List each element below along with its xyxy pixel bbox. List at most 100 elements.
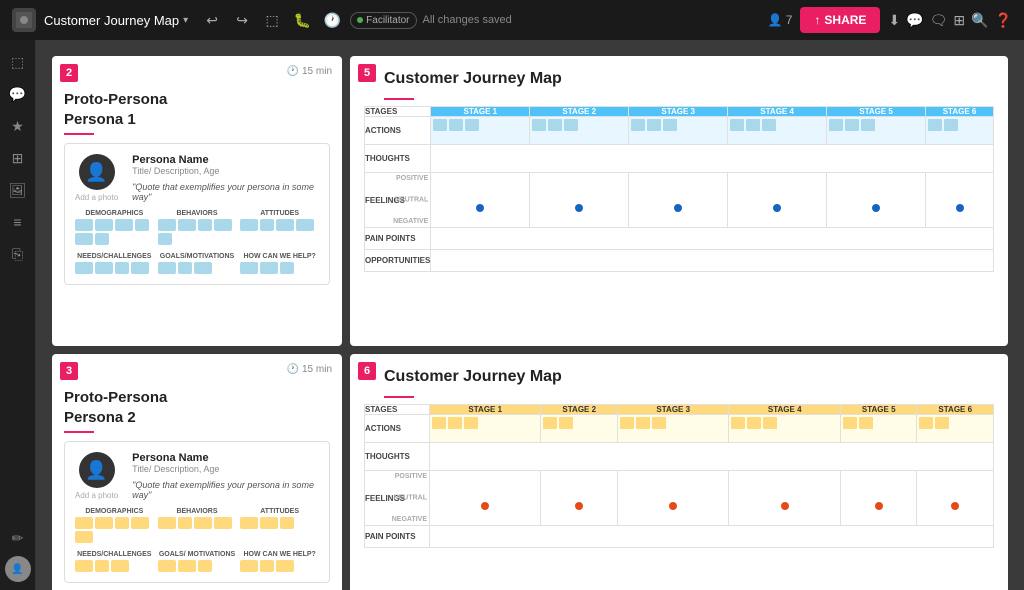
persona-1-info: Persona Name Title/ Description, Age "Qu… [132, 154, 319, 202]
help-col-2: HOW CAN WE HELP? [240, 551, 319, 572]
sticky [135, 219, 149, 231]
persona-2-heading: Proto-Persona Persona 2 [64, 388, 330, 427]
sticky [240, 262, 258, 274]
undo-button[interactable]: ↩ [200, 8, 224, 32]
persona-2-avatar: 👤 [79, 452, 115, 488]
goals-stickies-2 [158, 560, 237, 572]
zoom-icon[interactable]: 🔍 [971, 12, 988, 29]
sticky [178, 517, 192, 529]
sticky [75, 517, 93, 529]
sticky [111, 560, 129, 572]
attitudes-stickies [240, 219, 319, 231]
sidebar-item-images[interactable]: 🖼 [4, 176, 32, 204]
sticky [178, 262, 192, 274]
sticky [75, 233, 93, 245]
help-icon[interactable]: ❓ [995, 12, 1012, 29]
attitudes-col-2: ATTITUDES [240, 508, 319, 543]
sidebar-item-pages[interactable]: ≡ [4, 208, 32, 236]
main-layout: ⬚ 💬 ★ ⊞ 🖼 ≡ ⎘ ✏ 👤 2 🕐 15 min Proto-Perso… [0, 40, 1024, 590]
sticky [158, 560, 176, 572]
sidebar: ⬚ 💬 ★ ⊞ 🖼 ≡ ⎘ ✏ 👤 [0, 40, 36, 590]
users-count[interactable]: 👤 7 [768, 13, 793, 27]
needs-stickies [75, 262, 154, 274]
sidebar-item-apps[interactable]: ⊞ [4, 144, 32, 172]
topbar: Customer Journey Map ▾ ↩ ↪ ⬚ 🐛 🕐 Facilit… [0, 0, 1024, 40]
card-2: 2 🕐 15 min Proto-Persona Persona 1 👤 Add… [52, 56, 342, 346]
help-col: HOW CAN WE HELP? [240, 253, 319, 274]
sticky [198, 560, 212, 572]
card-number-6: 6 [358, 362, 376, 380]
sticky [260, 560, 274, 572]
sticky [280, 517, 294, 529]
sticky [260, 219, 274, 231]
sticky [194, 517, 212, 529]
persona-1-heading: Proto-Persona Persona 1 [64, 90, 330, 129]
divider-5 [384, 98, 414, 100]
sticky [95, 517, 113, 529]
help-stickies-2 [240, 560, 319, 572]
pain-row-5: PAIN POINTS [365, 228, 994, 250]
demographics-stickies-2 [75, 517, 154, 543]
sticky [115, 219, 133, 231]
persona-2-inner: 👤 Add a photo Persona Name Title/ Descri… [64, 441, 330, 583]
stages-row-6: STAGES STAGE 1 STAGE 2 STAGE 3 STAGE 4 S… [365, 405, 994, 415]
demographics-col-2: DEMOGRAPHICS [75, 508, 154, 543]
card-number-5: 5 [358, 64, 376, 82]
add-photo-2: Add a photo [75, 491, 118, 500]
document-title[interactable]: Customer Journey Map ▾ [44, 13, 188, 28]
sticky [158, 233, 172, 245]
add-photo-1: Add a photo [75, 193, 118, 202]
sticky [276, 560, 294, 572]
table-icon[interactable]: ⊞ [953, 12, 965, 29]
pain-row-6: PAIN POINTS [365, 526, 994, 548]
timer-badge-2: 🕐 15 min [287, 66, 332, 77]
goals-col-2: GOALS/ MOTIVATIONS [158, 551, 237, 572]
journey-5-title: Customer Journey Map [384, 70, 994, 88]
card-5: 5 Customer Journey Map STAGES STAGE 1 ST… [350, 56, 1008, 346]
sticky [214, 219, 232, 231]
sticky [95, 233, 109, 245]
divider-2 [64, 133, 94, 135]
redo-button[interactable]: ↪ [230, 8, 254, 32]
sticky [75, 560, 93, 572]
needs-stickies-2 [75, 560, 154, 572]
card-number-2: 2 [60, 64, 78, 82]
behaviors-col: BEHAVIORS [158, 210, 237, 245]
sticky [158, 219, 176, 231]
app-logo[interactable] [12, 8, 36, 32]
persona-1-inner: 👤 Add a photo Persona Name Title/ Descri… [64, 143, 330, 285]
timer-badge-3: 🕐 15 min [287, 364, 332, 375]
sidebar-item-frames[interactable]: ⬚ [4, 48, 32, 76]
sidebar-item-favorites[interactable]: ★ [4, 112, 32, 140]
sidebar-item-copy[interactable]: ⎘ [4, 240, 32, 268]
bug-button[interactable]: 🐛 [290, 8, 314, 32]
sidebar-item-comments[interactable]: 💬 [4, 80, 32, 108]
download-icon[interactable]: ⬇ [888, 12, 900, 29]
needs-col-2: NEEDS/CHALLENGES [75, 551, 154, 572]
sticky [194, 262, 212, 274]
sticky [131, 517, 149, 529]
comment-icon[interactable]: 💬 [906, 12, 923, 29]
sidebar-bottom: ✏ 👤 [4, 524, 32, 582]
persona-2-grid-bottom: NEEDS/CHALLENGES GOALS/ MOTIVATIONS [75, 551, 319, 572]
chat-icon[interactable]: 🗨 [930, 12, 948, 29]
persona-1-avatar: 👤 [79, 154, 115, 190]
persona-1-grid-top: DEMOGRAPHICS BEHAVIORS [75, 210, 319, 245]
frame-button[interactable]: ⬚ [260, 8, 284, 32]
sticky [95, 219, 113, 231]
timer-button[interactable]: 🕐 [320, 8, 344, 32]
avatar[interactable]: 👤 [5, 556, 31, 582]
attitudes-col: ATTITUDES [240, 210, 319, 245]
sidebar-item-draw[interactable]: ✏ [4, 524, 32, 552]
share-button[interactable]: ↑ SHARE [800, 7, 880, 33]
facilitator-status-dot [357, 17, 363, 23]
behaviors-col-2: BEHAVIORS [158, 508, 237, 543]
stages-row-5: STAGES STAGE 1 STAGE 2 STAGE 3 STAGE 4 S… [365, 107, 994, 117]
behaviors-stickies-2 [158, 517, 237, 529]
persona-1-grid-bottom: NEEDS/CHALLENGES GOALS/MOTIVATIONS [75, 253, 319, 274]
sticky [75, 219, 93, 231]
journey-6-table: STAGES STAGE 1 STAGE 2 STAGE 3 STAGE 4 S… [364, 404, 994, 548]
facilitator-badge[interactable]: Facilitator [350, 12, 416, 29]
sticky [296, 219, 314, 231]
sticky [280, 262, 294, 274]
